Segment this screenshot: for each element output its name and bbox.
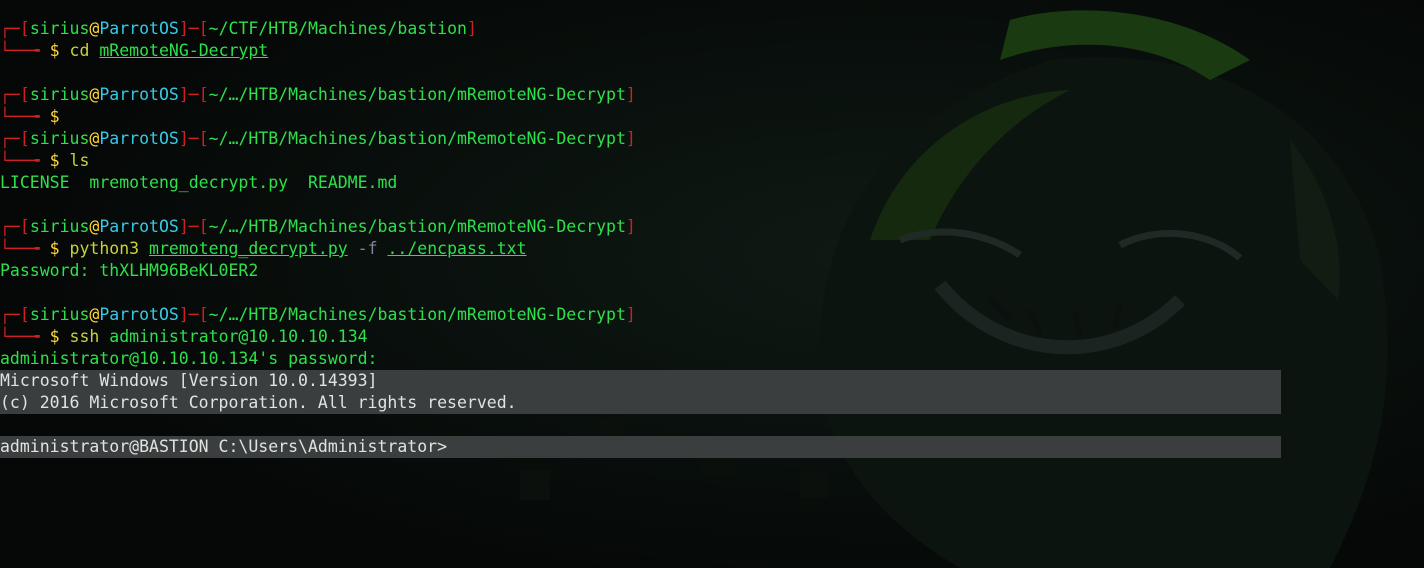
command-line: └──╼ $ ls xyxy=(0,151,90,170)
prompt-header: ┌─[sirius@ParrotOS]─[~/…/HTB/Machines/ba… xyxy=(0,305,636,324)
command-name: cd xyxy=(69,41,90,60)
remote-banner-line: (c) 2016 Microsoft Corporation. All righ… xyxy=(0,392,1281,414)
command-line: └──╼ $ cd mRemoteNG-Decrypt xyxy=(0,41,269,60)
command-arg: mRemoteNG-Decrypt xyxy=(99,41,269,60)
remote-banner-line: Microsoft Windows [Version 10.0.14393] xyxy=(0,370,1281,392)
prompt-header: ┌─[sirius@ParrotOS]─[~/…/HTB/Machines/ba… xyxy=(0,129,636,148)
prompt-path: ~/CTF/HTB/Machines/bastion xyxy=(208,19,467,38)
command-name: ls xyxy=(69,151,90,170)
command-flag: -f xyxy=(357,239,378,258)
prompt-user: sirius xyxy=(29,19,90,38)
command-name: ssh xyxy=(69,327,100,346)
command-output: LICENSE mremoteng_decrypt.py README.md xyxy=(0,173,398,192)
prompt-path: ~/…/HTB/Machines/bastion/mRemoteNG-Decry… xyxy=(208,305,626,324)
prompt-header: ┌─[sirius@ParrotOS]─[~/…/HTB/Machines/ba… xyxy=(0,85,636,104)
remote-shell-prompt[interactable]: administrator@BASTION C:\Users\Administr… xyxy=(0,436,1281,458)
prompt-path: ~/…/HTB/Machines/bastion/mRemoteNG-Decry… xyxy=(208,217,626,236)
prompt-path: ~/…/HTB/Machines/bastion/mRemoteNG-Decry… xyxy=(208,129,626,148)
command-line: └──╼ $ xyxy=(0,107,60,126)
command-line: └──╼ $ ssh administrator@10.10.10.134 xyxy=(0,327,368,346)
command-arg: ../encpass.txt xyxy=(387,239,527,258)
prompt-host: ParrotOS xyxy=(99,19,179,38)
terminal-output[interactable]: ┌─[sirius@ParrotOS]─[~/CTF/HTB/Machines/… xyxy=(0,18,1424,458)
command-output: Password: thXLHM96BeKL0ER2 xyxy=(0,261,259,280)
ssh-target: administrator@10.10.10.134 xyxy=(109,327,368,346)
command-line: └──╼ $ python3 mremoteng_decrypt.py -f .… xyxy=(0,239,527,258)
prompt-header: ┌─[sirius@ParrotOS]─[~/CTF/HTB/Machines/… xyxy=(0,19,477,38)
command-arg: mremoteng_decrypt.py xyxy=(149,239,348,258)
command-name: python3 xyxy=(69,239,140,258)
password-prompt: administrator@10.10.10.134's password: xyxy=(0,349,378,368)
prompt-path: ~/…/HTB/Machines/bastion/mRemoteNG-Decry… xyxy=(208,85,626,104)
prompt-header: ┌─[sirius@ParrotOS]─[~/…/HTB/Machines/ba… xyxy=(0,217,636,236)
